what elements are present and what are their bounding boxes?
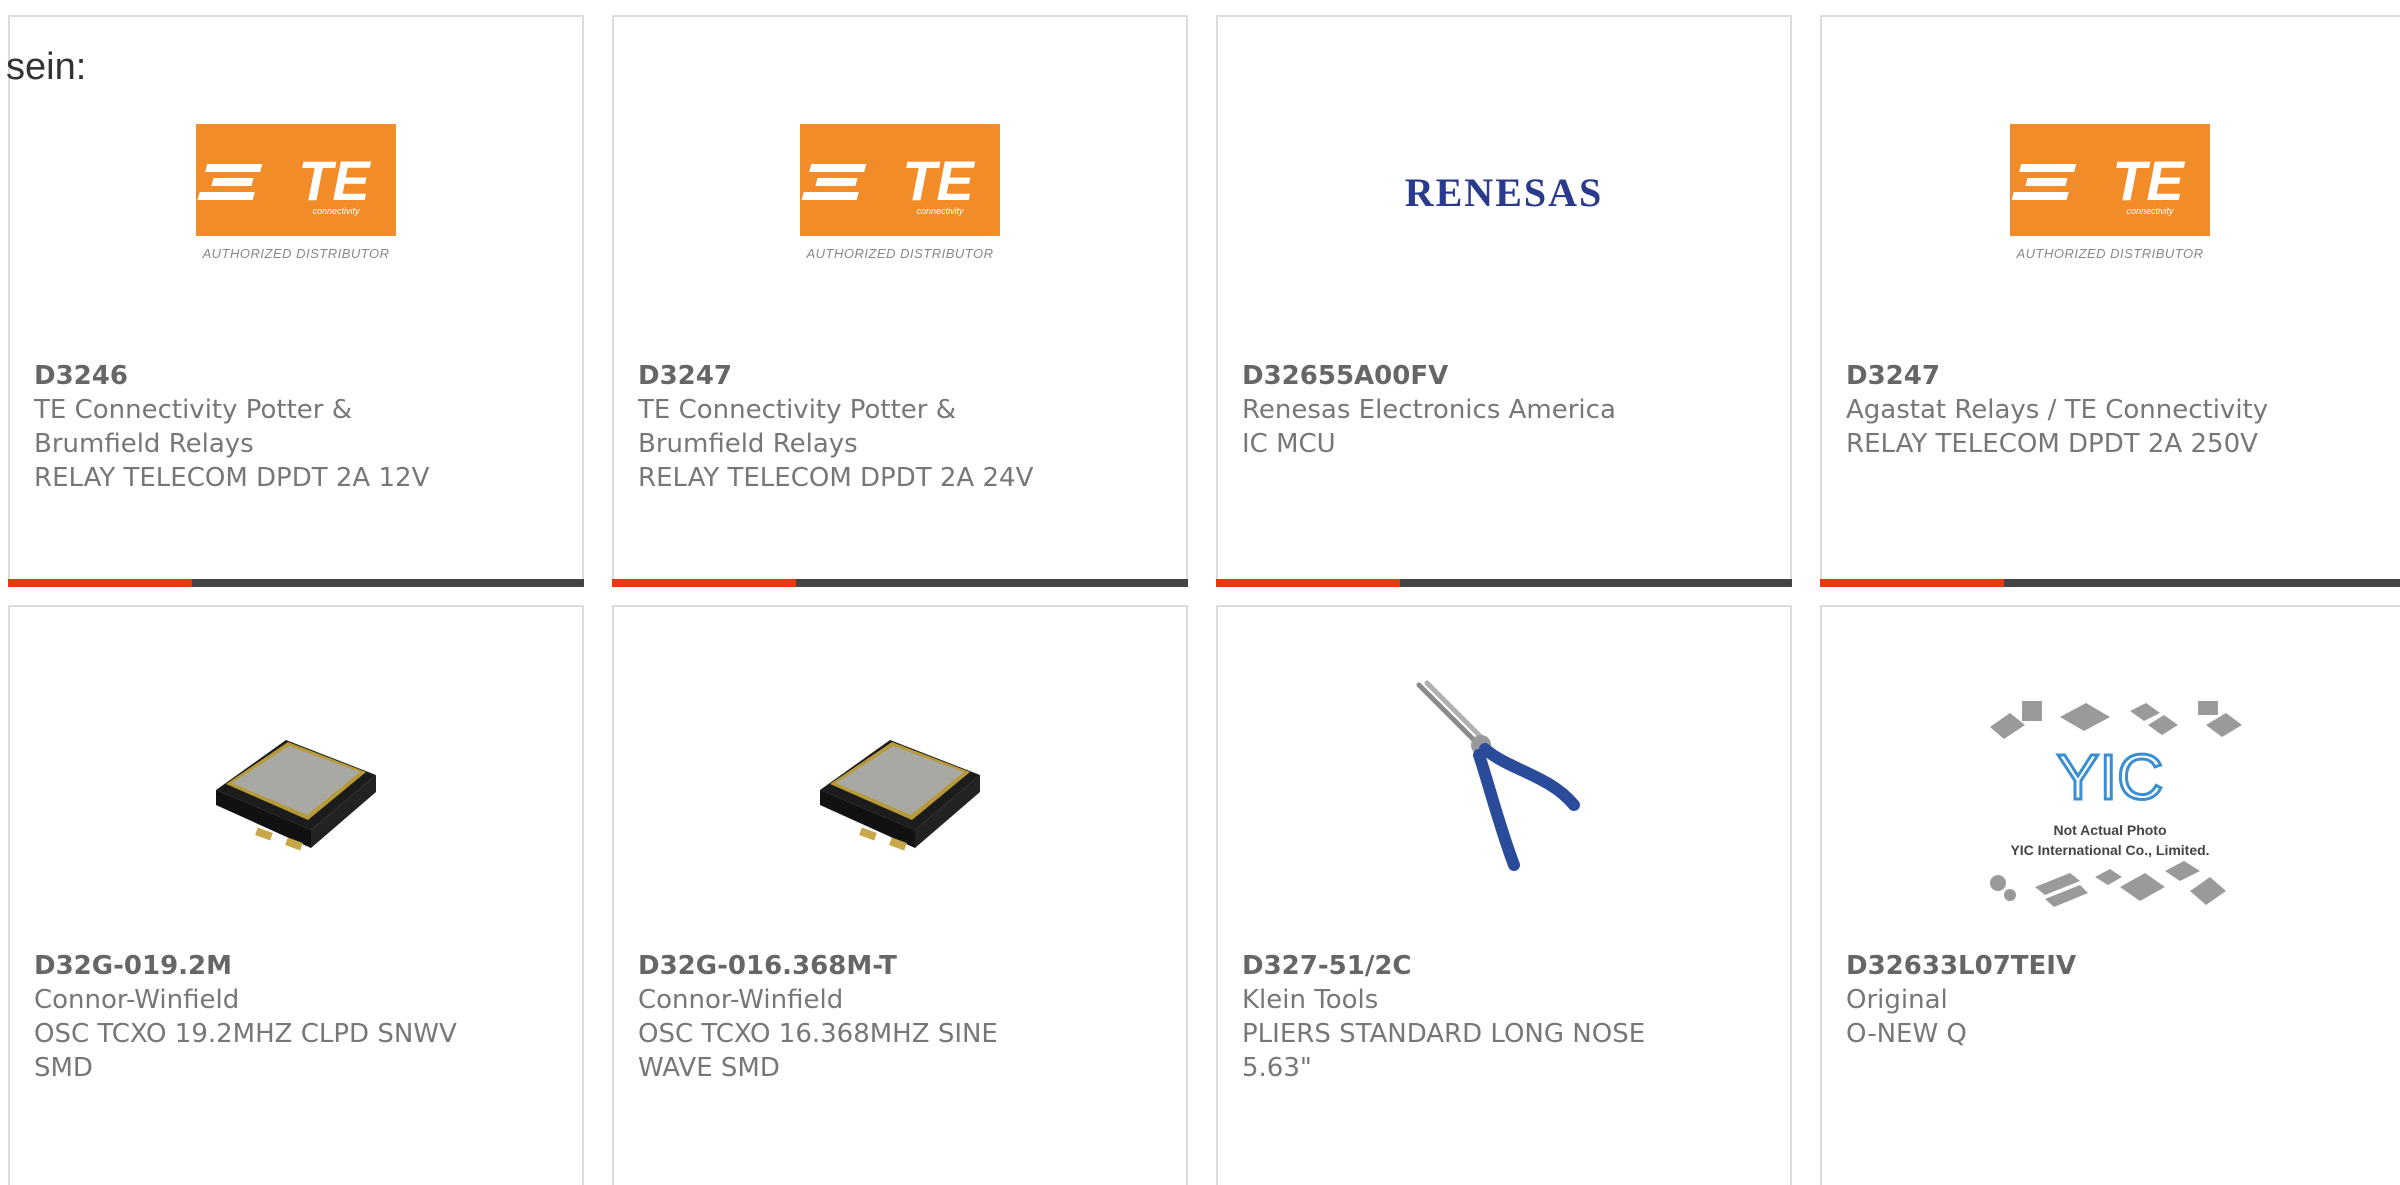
product-card[interactable]: YIC Not Actual Photo YIC International C… [1820,605,2400,1185]
intro-text: sein: [6,46,87,88]
part-number[interactable]: D32655A00FV [1242,359,1766,393]
card-accent-bar [8,579,584,587]
manufacturer: TE Connectivity Potter & [638,395,957,425]
card-accent-bar [612,579,1188,587]
manufacturer: Agastat Relays / TE Connectivity [1846,395,2269,425]
product-card[interactable]: TE connectivity AUTHORIZED DISTRIBUTOR D… [1820,15,2400,587]
te-connectivity-logo: TE connectivity AUTHORIZED DISTRIBUTOR [800,123,1000,261]
product-image[interactable] [1394,675,1614,885]
description: O-NEW Q [1846,1019,1967,1049]
product-image[interactable]: TE connectivity AUTHORIZED DISTRIBUTOR [795,117,1005,267]
manufacturer: Connor-Winfield [638,985,844,1015]
svg-text:connectivity: connectivity [916,206,964,216]
part-number[interactable]: D327-51/2C [1242,949,1766,983]
product-card[interactable]: D32G-016.368M-T Connor-Winfield OSC TCXO… [612,605,1188,1185]
description: RELAY TELECOM DPDT 2A 24V [638,463,1034,493]
svg-text:connectivity: connectivity [312,206,360,216]
product-image[interactable] [790,675,1010,885]
te-connectivity-logo: TE connectivity AUTHORIZED DISTRIBUTOR [196,123,396,261]
product-card[interactable]: RENESAS D32655A00FV Renesas Electronics … [1216,15,1792,587]
description: OSC TCXO 16.368MHZ SINE [638,1019,998,1049]
part-number[interactable]: D3247 [638,359,1162,393]
part-number[interactable]: D32G-016.368M-T [638,949,1162,983]
product-image[interactable]: RENESAS [1399,117,1609,267]
description: RELAY TELECOM DPDT 2A 12V [34,463,430,493]
te-connectivity-logo: TE connectivity AUTHORIZED DISTRIBUTOR [2010,123,2210,261]
renesas-logo: RENESAS [1404,169,1604,215]
description-cont: SMD [34,1053,93,1083]
product-image[interactable]: YIC Not Actual Photo YIC International C… [1970,687,2250,927]
part-number[interactable]: D3247 [1846,359,2394,393]
description: PLIERS STANDARD LONG NOSE [1242,1019,1646,1049]
pliers-photo [1416,680,1580,871]
product-card[interactable]: TE connectivity AUTHORIZED DISTRIBUTOR D… [8,15,584,587]
product-card[interactable]: D32G-019.2M Connor-Winfield OSC TCXO 19.… [8,605,584,1185]
card-accent-bar [1216,579,1792,587]
manufacturer: TE Connectivity Potter & [34,395,353,425]
part-number[interactable]: D32G-019.2M [34,949,558,983]
svg-text:Not Actual Photo: Not Actual Photo [2053,822,2166,838]
product-image[interactable]: TE connectivity AUTHORIZED DISTRIBUTOR [191,117,401,267]
description: OSC TCXO 19.2MHZ CLPD SNWV [34,1019,457,1049]
oscillator-photo [820,740,980,851]
manufacturer-cont: Brumfield Relays [638,429,858,459]
svg-text:connectivity: connectivity [2126,206,2174,216]
product-card[interactable]: D327-51/2C Klein Tools PLIERS STANDARD L… [1216,605,1792,1185]
manufacturer: Klein Tools [1242,985,1379,1015]
oscillator-photo [216,740,376,851]
manufacturer: Original [1846,985,1948,1015]
part-number[interactable]: D32633L07TEIV [1846,949,2394,983]
product-card[interactable]: TE connectivity AUTHORIZED DISTRIBUTOR D… [612,15,1188,587]
manufacturer-cont: Brumfield Relays [34,429,254,459]
description-cont: 5.63" [1242,1053,1312,1083]
manufacturer: Connor-Winfield [34,985,240,1015]
yic-placeholder-image: YIC Not Actual Photo YIC International C… [1990,701,2242,907]
part-number[interactable]: D3246 [34,359,558,393]
description: IC MCU [1242,429,1336,459]
description-cont: WAVE SMD [638,1053,780,1083]
manufacturer: Renesas Electronics America [1242,395,1616,425]
product-image[interactable] [186,675,406,885]
svg-text:TE: TE [298,149,371,212]
svg-text:TE: TE [902,149,975,212]
svg-text:YIC International Co., Limited: YIC International Co., Limited. [2010,842,2209,858]
svg-text:YIC: YIC [2057,741,2164,813]
svg-text:TE: TE [2112,149,2185,212]
card-accent-bar [1820,579,2400,587]
description: RELAY TELECOM DPDT 2A 250V [1846,429,2258,459]
product-image[interactable]: TE connectivity AUTHORIZED DISTRIBUTOR [2005,117,2215,267]
